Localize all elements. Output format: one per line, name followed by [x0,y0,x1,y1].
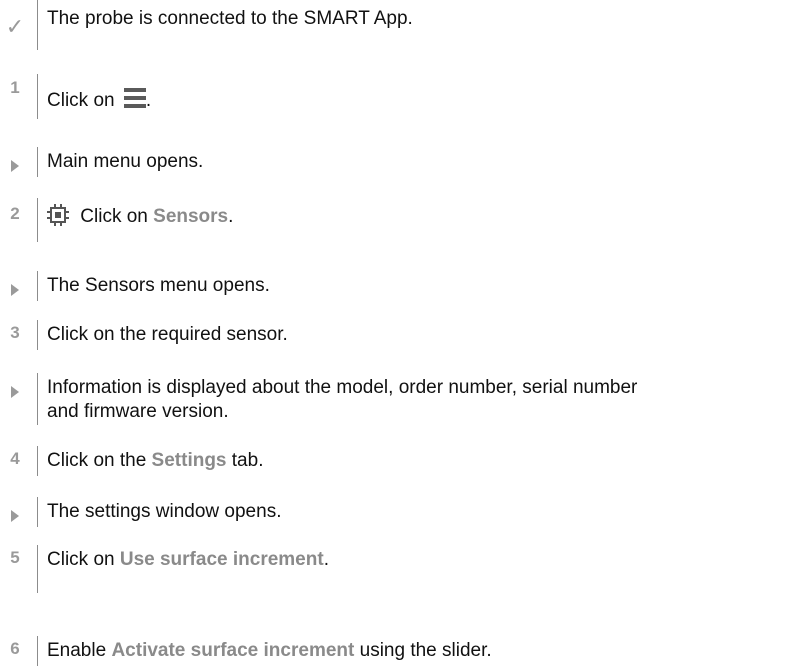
step-text: Click on Use surface increment. [47,549,329,570]
step-rule [37,497,38,527]
step-rule [37,147,38,177]
check-icon: ✓ [5,14,25,39]
step-text: Click on Sensors. [47,204,233,229]
step-text: Click on the required sensor. [47,324,288,345]
step-rule [37,198,38,242]
step-text-line-2: and firmware version. [47,401,229,422]
step-text: The Sensors menu opens. [47,275,270,296]
step-rule [37,74,38,119]
result-arrow-icon [0,281,30,301]
step-rule [37,636,38,666]
step-text: Click on . [47,88,152,111]
sensor-chip-icon [47,204,69,226]
result-arrow-icon [0,383,30,403]
step-rule [37,373,38,425]
step-number: 2 [10,204,20,223]
step-text: Main menu opens. [47,151,204,172]
step-rule [37,545,38,593]
step-number: 5 [10,548,20,567]
step-text: The probe is connected to the SMART App. [47,8,413,29]
step-rule [37,271,38,301]
step-number: 1 [10,78,20,97]
step-text-line-1: Information is displayed about the model… [47,377,638,398]
step-rule [37,0,38,50]
step-number: 6 [10,639,20,658]
step-number: 3 [10,323,20,342]
step-text: Enable Activate surface increment using … [47,640,492,661]
step-rule [37,446,38,476]
result-arrow-icon [0,157,30,177]
step-text: Click on the Settings tab. [47,450,264,471]
step-number: 4 [10,449,20,468]
result-arrow-icon [0,507,30,527]
step-text: The settings window opens. [47,501,282,522]
step-rule [37,320,38,350]
hamburger-menu-icon [123,88,146,108]
